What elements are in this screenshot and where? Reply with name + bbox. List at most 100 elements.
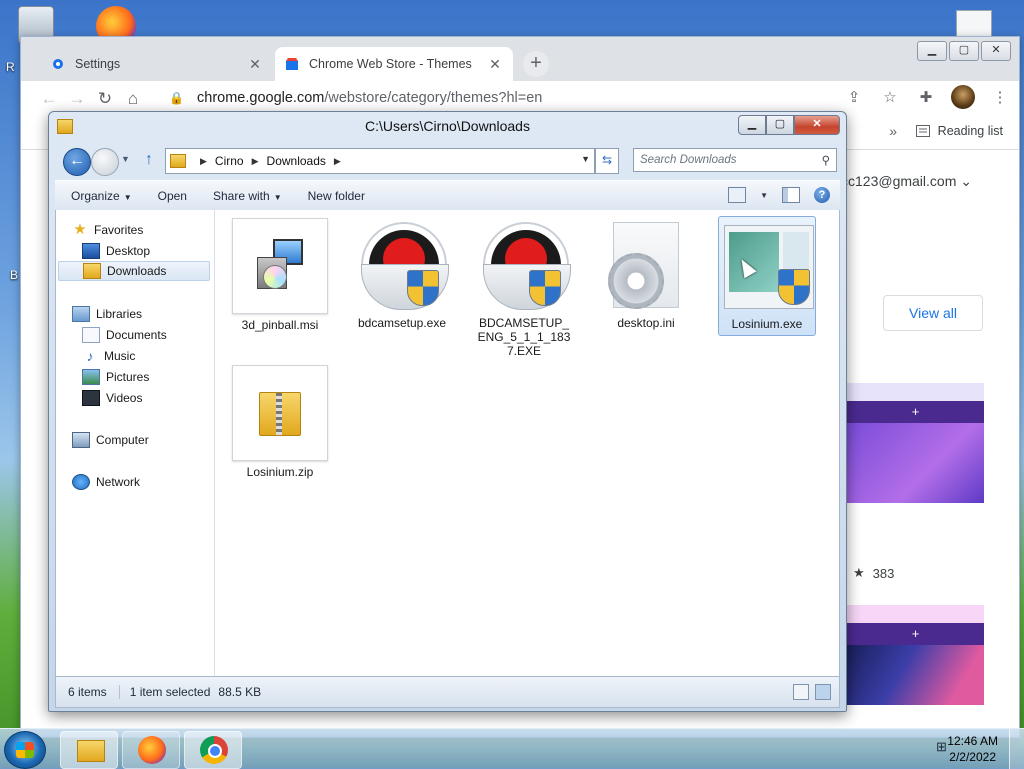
close-tab-icon[interactable]: ✕ bbox=[487, 56, 503, 73]
file-list: 3d_pinball.msi bdcamsetup.exe BDCAMSETUP… bbox=[214, 210, 839, 676]
organize-button[interactable]: Organize ▼ bbox=[61, 189, 142, 203]
nav-favorites[interactable]: ★ Favorites bbox=[72, 220, 143, 240]
file-name: 3d_pinball.msi bbox=[241, 318, 319, 332]
extensions-icon[interactable]: ✚ bbox=[915, 88, 937, 106]
menu-kebab-icon[interactable]: ⋮ bbox=[989, 88, 1011, 106]
nav-computer[interactable]: Computer bbox=[72, 430, 149, 450]
file-item[interactable]: bdcamsetup.exe bbox=[354, 218, 450, 330]
more-bookmarks-icon[interactable]: » bbox=[889, 123, 897, 139]
reading-list-icon bbox=[915, 125, 930, 137]
chevron-down-icon[interactable]: ▼ bbox=[581, 154, 590, 164]
file-item-selected[interactable]: Losinium.exe bbox=[718, 216, 816, 336]
nav-network[interactable]: Network bbox=[72, 472, 140, 492]
desktop-label-fragment: R bbox=[6, 60, 15, 74]
view-all-button[interactable]: View all bbox=[883, 295, 983, 331]
nav-desktop[interactable]: Desktop bbox=[82, 241, 150, 261]
account-email[interactable]: cc123@gmail.com ⌄ bbox=[841, 173, 972, 190]
share-icon[interactable]: ⇪ bbox=[843, 88, 865, 106]
open-button[interactable]: Open bbox=[148, 189, 197, 203]
minimize-button[interactable]: ▁ bbox=[738, 115, 766, 135]
maximize-button[interactable]: ▢ bbox=[766, 115, 794, 135]
documents-icon bbox=[82, 327, 100, 343]
new-tab-button[interactable]: + bbox=[523, 51, 549, 77]
taskbar-firefox[interactable] bbox=[122, 731, 180, 769]
forward-arrow-icon[interactable] bbox=[91, 148, 119, 176]
breadcrumb-separator-icon[interactable]: ▶ bbox=[200, 156, 207, 167]
details-view-icon[interactable] bbox=[793, 684, 809, 700]
star-icon: ★ bbox=[73, 221, 87, 238]
taskbar-explorer[interactable] bbox=[60, 731, 118, 769]
folder-icon bbox=[170, 154, 186, 168]
chevron-down-icon: ▼ bbox=[273, 193, 282, 202]
reading-list-button[interactable]: Reading list bbox=[915, 124, 1003, 138]
forward-arrow-icon[interactable]: → bbox=[63, 89, 91, 109]
search-input[interactable]: Search Downloads ⚲ bbox=[633, 148, 837, 172]
nav-downloads[interactable]: Downloads bbox=[58, 261, 210, 281]
theme-card[interactable]: + bbox=[847, 605, 984, 705]
nav-pictures[interactable]: Pictures bbox=[82, 367, 149, 387]
breadcrumb-item-downloads[interactable]: Downloads bbox=[267, 154, 326, 168]
file-name: BDCAMSETUP_ENG_5_1_1_1837.EXE bbox=[477, 316, 571, 358]
folder-icon bbox=[77, 740, 105, 762]
window-controls: ▁ ▢ ✕ bbox=[738, 115, 840, 135]
file-item[interactable]: 3d_pinball.msi bbox=[232, 218, 328, 332]
firefox-icon bbox=[138, 736, 166, 764]
preview-pane-icon[interactable] bbox=[782, 187, 800, 203]
lock-icon: 🔒 bbox=[169, 91, 184, 105]
settings-file-icon bbox=[599, 218, 693, 312]
start-button[interactable] bbox=[4, 731, 46, 769]
close-button[interactable]: ✕ bbox=[794, 115, 840, 135]
file-item[interactable]: desktop.ini bbox=[598, 218, 694, 330]
taskbar-chrome[interactable] bbox=[184, 731, 242, 769]
computer-icon bbox=[72, 432, 90, 448]
help-icon[interactable]: ? bbox=[814, 187, 830, 203]
installer-icon bbox=[232, 218, 328, 314]
rating-count: 383 bbox=[872, 565, 895, 581]
chevron-down-icon[interactable]: ▼ bbox=[760, 191, 768, 200]
command-bar: Organize ▼ Open Share with ▼ New folder ▼ … bbox=[55, 180, 840, 212]
breadcrumb-separator-icon[interactable]: ▶ bbox=[252, 156, 259, 167]
bandicam-icon bbox=[355, 218, 449, 312]
tab-label: Chrome Web Store - Themes bbox=[309, 57, 472, 71]
nav-music[interactable]: ♪ Music bbox=[82, 346, 136, 366]
home-icon[interactable]: ⌂ bbox=[119, 89, 147, 109]
maximize-button[interactable]: ▢ bbox=[949, 41, 979, 61]
address-bar[interactable]: 🔒 chrome.google.com/webstore/category/th… bbox=[169, 83, 871, 113]
navigation-pane: ★ Favorites Desktop Downloads Libraries … bbox=[56, 210, 215, 676]
nav-videos[interactable]: Videos bbox=[82, 388, 142, 408]
network-icon bbox=[72, 474, 90, 490]
back-arrow-icon[interactable]: ← bbox=[35, 89, 63, 109]
zip-folder-icon bbox=[232, 365, 328, 461]
theme-card[interactable]: + bbox=[847, 383, 984, 503]
desktop-icon bbox=[82, 243, 100, 259]
address-row: ← ▼ ↑ ▶ Cirno ▶ Downloads ▶ ▼ ⇆ Search D… bbox=[57, 146, 838, 176]
gear-icon bbox=[51, 57, 65, 71]
nav-libraries[interactable]: Libraries bbox=[72, 304, 142, 324]
file-item[interactable]: Losinium.zip bbox=[232, 365, 328, 479]
up-arrow-icon[interactable]: ↑ bbox=[145, 151, 161, 169]
show-desktop-button[interactable] bbox=[1009, 729, 1024, 769]
share-with-button[interactable]: Share with ▼ bbox=[203, 189, 292, 203]
breadcrumb-separator-icon[interactable]: ▶ bbox=[334, 156, 341, 167]
new-folder-button[interactable]: New folder bbox=[298, 189, 375, 203]
bookmark-star-icon[interactable]: ☆ bbox=[879, 88, 901, 106]
reload-icon[interactable]: ↻ bbox=[91, 89, 119, 109]
change-view-icon[interactable] bbox=[728, 187, 747, 203]
minimize-button[interactable]: ▁ bbox=[917, 41, 947, 61]
clock[interactable]: 12:46 AM 2/2/2022 bbox=[947, 733, 998, 765]
nav-documents[interactable]: Documents bbox=[82, 325, 167, 345]
tab-webstore[interactable]: Chrome Web Store - Themes ✕ bbox=[275, 47, 513, 81]
recent-pages-dropdown-icon[interactable]: ▼ bbox=[121, 154, 131, 164]
breadcrumb[interactable]: ▶ Cirno ▶ Downloads ▶ ▼ bbox=[165, 148, 595, 174]
close-button[interactable]: ✕ bbox=[981, 41, 1011, 61]
file-item[interactable]: BDCAMSETUP_ENG_5_1_1_1837.EXE bbox=[476, 218, 572, 358]
refresh-icon[interactable]: ⇆ bbox=[595, 148, 619, 174]
tab-settings[interactable]: Settings ✕ bbox=[41, 47, 273, 81]
status-bar: 6 items 1 item selected 88.5 KB bbox=[55, 676, 840, 708]
large-icons-view-icon[interactable] bbox=[815, 684, 831, 700]
avatar[interactable] bbox=[951, 85, 975, 109]
close-tab-icon[interactable]: ✕ bbox=[247, 56, 263, 73]
breadcrumb-item-cirno[interactable]: Cirno bbox=[215, 154, 244, 168]
back-arrow-icon[interactable]: ← bbox=[63, 148, 91, 176]
chevron-down-icon: ▼ bbox=[123, 193, 132, 202]
